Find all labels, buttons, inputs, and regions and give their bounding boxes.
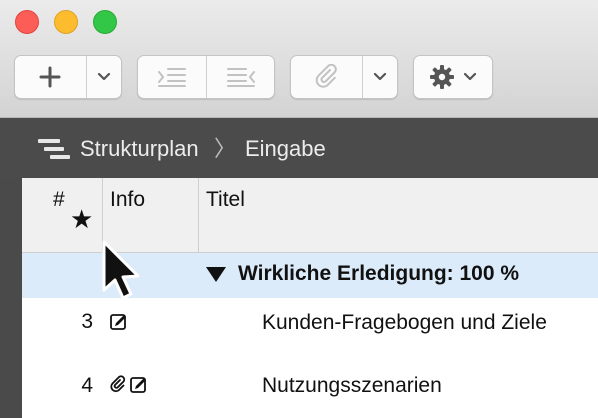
column-header-number[interactable]: # ★ (22, 178, 102, 253)
add-button-group (14, 55, 122, 99)
table-row[interactable]: 3 Kunden-Fragebogen und Ziele (22, 298, 598, 366)
column-header-title[interactable]: Titel (198, 178, 598, 253)
add-button[interactable] (15, 56, 86, 98)
plus-icon (39, 66, 61, 88)
breadcrumb-item-strukturplan[interactable]: Strukturplan (80, 136, 199, 162)
row-info-icons (109, 312, 129, 332)
window-titlebar (0, 0, 598, 118)
row-info-icons (109, 375, 149, 395)
zoom-window-button[interactable] (93, 10, 117, 34)
disclosure-triangle-icon[interactable] (206, 267, 226, 282)
chevron-down-icon (97, 72, 110, 81)
close-window-button[interactable] (15, 10, 39, 34)
settings-button-group (413, 55, 493, 99)
indent-button[interactable] (138, 56, 206, 98)
paperclip-icon[interactable] (109, 375, 127, 395)
table-row[interactable]: 4 Nutzungsszenarien (22, 366, 598, 418)
note-icon[interactable] (109, 312, 129, 332)
breadcrumb-item-eingabe[interactable]: Eingabe (245, 136, 326, 162)
paperclip-icon (316, 64, 338, 88)
star-icon: ★ (70, 204, 94, 234)
chevron-down-icon (463, 72, 477, 81)
attach-menu-button[interactable] (361, 56, 397, 98)
attach-button[interactable] (291, 56, 362, 98)
breadcrumb-separator: 〉 (214, 136, 237, 161)
row-title[interactable]: Nutzungsszenarien (262, 371, 582, 401)
row-number: 4 (81, 374, 93, 397)
add-menu-button[interactable] (85, 56, 121, 98)
settings-menu-button[interactable] (414, 56, 492, 98)
indent-button-group (137, 55, 275, 99)
structure-plan-icon (38, 139, 70, 159)
gear-icon (430, 65, 454, 89)
outdent-icon (226, 68, 255, 87)
attach-button-group (290, 55, 398, 99)
group-title: Wirkliche Erledigung: 100 % (238, 262, 520, 285)
note-icon[interactable] (129, 375, 149, 395)
mouse-pointer-icon (102, 240, 140, 300)
row-number: 3 (81, 310, 93, 333)
indent-icon (158, 68, 186, 87)
chevron-down-icon (373, 72, 386, 81)
column-header-title-label: Titel (206, 188, 245, 211)
minimize-window-button[interactable] (54, 10, 78, 34)
outdent-button[interactable] (206, 56, 274, 98)
column-header-number-label: # (53, 188, 65, 211)
row-title[interactable]: Kunden-Fragebogen und Ziele (262, 308, 582, 338)
column-header-info-label: Info (110, 188, 146, 211)
